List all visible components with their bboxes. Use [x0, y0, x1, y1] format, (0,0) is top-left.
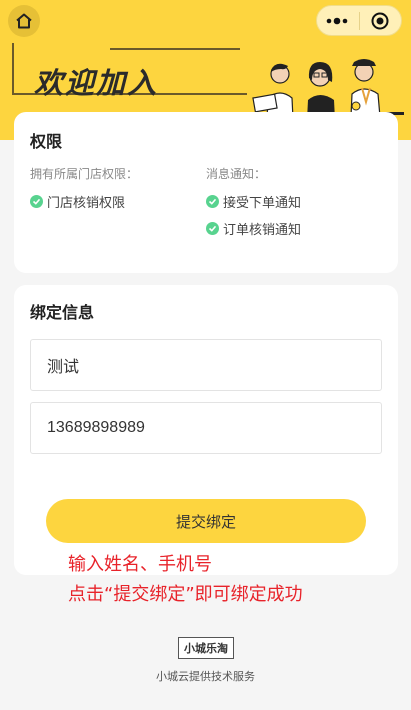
permissions-title: 权限 — [30, 132, 63, 151]
notification-item-label: 接受下单通知 — [223, 196, 302, 211]
notification-item-label: 订单核销通知 — [223, 223, 302, 238]
home-button[interactable] — [8, 5, 40, 37]
more-button[interactable] — [317, 17, 359, 25]
name-input-value: 测试 — [47, 359, 80, 376]
permission-item: 门店核销权限 — [30, 192, 125, 211]
target-close-icon — [371, 12, 389, 29]
home-icon — [16, 13, 32, 29]
phone-input-value: 13689898989 — [47, 419, 145, 436]
permissions-card: 权限 拥有所属门店权限： 消息通知： 门店核销权限 接受下单通知 订单核销通知 — [14, 112, 398, 273]
more-dots-icon — [326, 17, 348, 24]
footer-logo: 小城乐淘 — [178, 637, 234, 659]
notification-item: 接受下单通知 — [206, 192, 301, 211]
instruction-line-1: 输入姓名、手机号 — [68, 554, 212, 575]
notification-item: 订单核销通知 — [206, 219, 301, 238]
welcome-title: 欢迎加入 — [34, 66, 159, 100]
close-button[interactable] — [360, 12, 401, 30]
instruction-line-2: 点击“提交绑定”即可绑定成功 — [68, 584, 303, 605]
binding-card: 绑定信息 测试 13689898989 提交绑定 — [14, 285, 398, 575]
banner-decor-line — [110, 48, 240, 50]
phone-input[interactable]: 13689898989 — [30, 402, 382, 454]
check-icon — [30, 195, 43, 208]
name-input[interactable]: 测试 — [30, 339, 382, 391]
footer-service-text: 小城云提供技术服务 — [156, 670, 255, 683]
submit-binding-button[interactable]: 提交绑定 — [46, 499, 366, 543]
notification-heading: 消息通知： — [206, 167, 267, 181]
check-icon — [206, 195, 219, 208]
binding-title: 绑定信息 — [30, 303, 95, 322]
mini-program-capsule — [316, 5, 402, 36]
store-permission-heading: 拥有所属门店权限： — [30, 167, 139, 181]
banner-decor-line — [12, 43, 14, 93]
check-icon — [206, 222, 219, 235]
permission-item-label: 门店核销权限 — [47, 196, 126, 211]
